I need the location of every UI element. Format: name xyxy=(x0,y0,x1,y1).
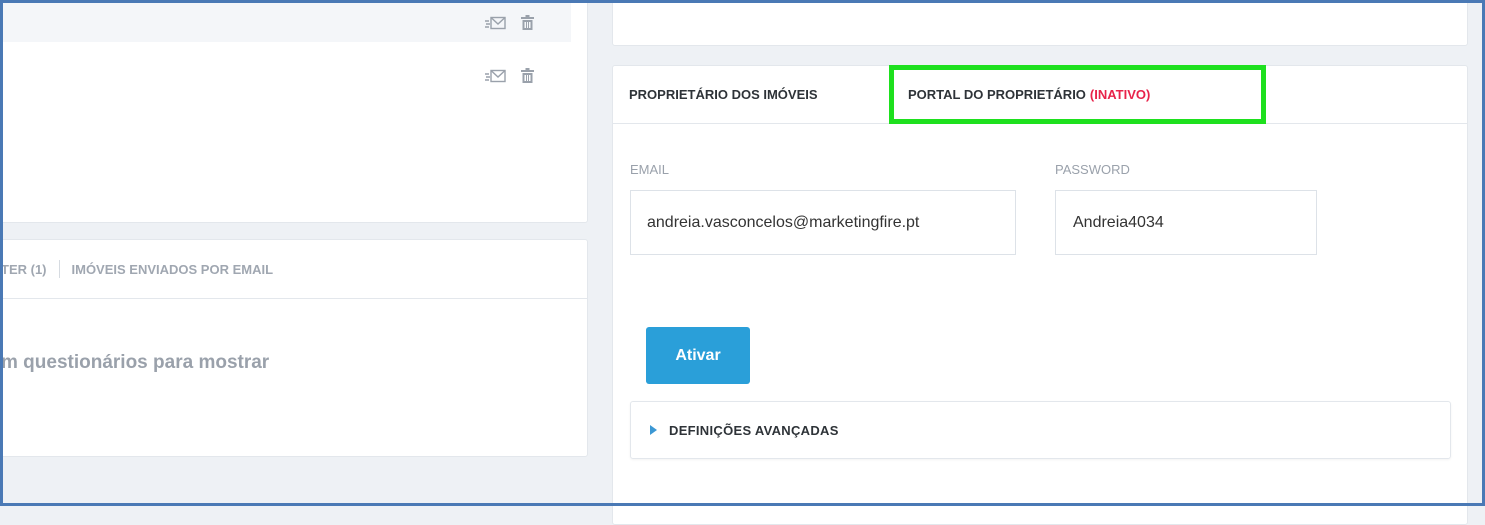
top-panel xyxy=(612,0,1468,46)
owner-panel: PROPRIETÁRIO DOS IMÓVEIS PORTAL DO PROPR… xyxy=(612,65,1468,525)
tab-emailed-properties[interactable]: IMÓVEIS ENVIADOS POR EMAIL xyxy=(72,262,274,277)
trash-icon[interactable] xyxy=(521,68,534,84)
advanced-settings-label: DEFINIÇÕES AVANÇADAS xyxy=(669,422,839,438)
password-field[interactable]: Andreia4034 xyxy=(1055,190,1317,255)
email-label: EMAIL xyxy=(630,162,670,177)
tab-label: PROPRIETÁRIO DOS IMÓVEIS xyxy=(629,87,818,102)
password-label: PASSWORD xyxy=(1055,162,1130,177)
activate-button[interactable]: Ativar xyxy=(646,327,750,384)
tab-property-owner[interactable]: PROPRIETÁRIO DOS IMÓVEIS xyxy=(629,66,818,123)
tab-label: PORTAL DO PROPRIETÁRIO xyxy=(908,87,1086,102)
empty-state-message: m questionários para mostrar xyxy=(1,352,270,373)
caret-right-icon xyxy=(650,425,657,435)
row-actions xyxy=(485,68,534,84)
send-email-icon[interactable] xyxy=(485,15,507,31)
advanced-settings-toggle[interactable]: DEFINIÇÕES AVANÇADAS xyxy=(630,401,1451,459)
questionnaires-tabs: TER (1) IMÓVEIS ENVIADOS POR EMAIL xyxy=(0,240,587,299)
tab-owner-portal[interactable]: PORTAL DO PROPRIETÁRIO (INATIVO) xyxy=(889,65,1266,124)
tab-divider xyxy=(58,260,60,278)
email-field[interactable]: andreia.vasconcelos@marketingfire.pt xyxy=(630,190,1016,255)
send-email-icon[interactable] xyxy=(485,68,507,84)
questionnaires-panel: TER (1) IMÓVEIS ENVIADOS POR EMAIL m que… xyxy=(0,239,588,457)
row-actions xyxy=(485,15,534,31)
trash-icon[interactable] xyxy=(521,15,534,31)
contacts-list-panel xyxy=(0,0,588,223)
status-badge: (INATIVO) xyxy=(1089,87,1151,102)
tab-questionnaires[interactable]: TER (1) xyxy=(0,262,47,277)
